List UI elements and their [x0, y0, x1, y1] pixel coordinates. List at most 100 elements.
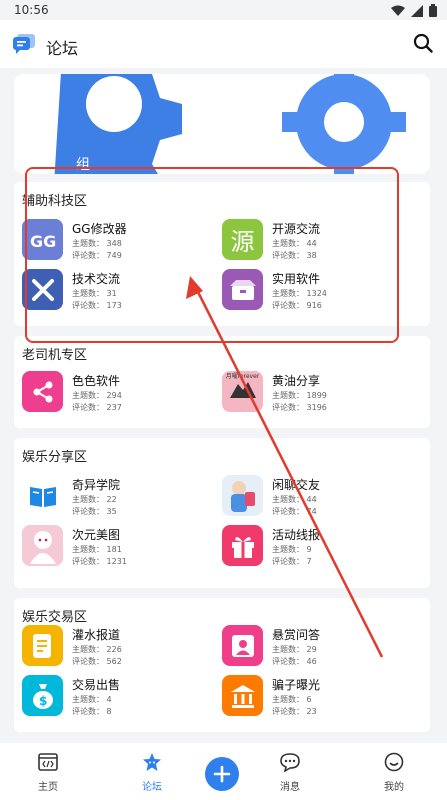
- forum-name: 次元美图: [72, 528, 121, 542]
- box-icon: [222, 269, 263, 310]
- forum-comments: 评论数： 7: [272, 557, 312, 566]
- forum-item-color-software[interactable]: 色色软件 主题数： 294 评论数： 237: [22, 371, 212, 417]
- forum-item-bounty-qa[interactable]: 悬赏问答 主题数： 29 评论数： 46: [222, 625, 412, 671]
- nav-label: 消息: [280, 782, 300, 793]
- section-card-trade: 娱乐交易区 灌水报道 主题数： 226 评论数： 562 悬赏问答 主题数： 2…: [14, 598, 430, 732]
- forum-topics: 主题数： 348: [72, 239, 122, 248]
- search-icon[interactable]: [413, 33, 433, 53]
- forum-comments: 评论数： 916: [272, 301, 322, 310]
- forum-topics: 主题数： 29: [272, 645, 317, 654]
- banner[interactable]: 组: [14, 74, 430, 174]
- forum-comments: 评论数： 23: [272, 707, 317, 716]
- forum-name: 闲聊交友: [272, 478, 321, 492]
- forum-item-tech[interactable]: 技术交流 主题数： 31 评论数： 173: [22, 269, 212, 315]
- forum-name: 悬赏问答: [272, 628, 321, 642]
- message-icon: [280, 753, 300, 772]
- forum-name: 黄油分享: [272, 374, 321, 388]
- forum-item-anime-pictures[interactable]: 次元美图 主题数： 181 评论数： 1231: [22, 525, 212, 571]
- tools-icon: [22, 269, 63, 310]
- forum-star-icon: [143, 753, 161, 771]
- forum-item-open-source[interactable]: 源 开源交流 主题数： 44 评论数： 38: [222, 219, 412, 265]
- page-title: 论坛: [46, 39, 79, 58]
- section-card-aux-tech: 辅助科技区 GG GG修改器 主题数： 348 评论数： 749 源 开源交流 …: [14, 182, 430, 326]
- forum-item-useful-software[interactable]: 实用软件 主题数： 1324 评论数： 916: [222, 269, 412, 315]
- svg-text:GG: GG: [30, 232, 56, 251]
- forum-name: GG修改器: [72, 222, 127, 236]
- status-icons: [391, 4, 437, 17]
- forum-comments: 评论数： 46: [272, 657, 317, 666]
- forum-topics: 主题数： 4: [72, 695, 112, 704]
- forum-name: 奇异学院: [72, 478, 121, 492]
- forum-item-trade-sell[interactable]: $ 交易出售 主题数： 4 评论数： 8: [22, 675, 212, 721]
- gg-modifier-icon: GG: [22, 219, 63, 260]
- forum-topics: 主题数： 9: [272, 545, 312, 554]
- wifi-icon: [391, 5, 405, 16]
- anime-girl-icon: [22, 525, 63, 566]
- status-bar: 10:56: [0, 0, 447, 20]
- forum-topics: 主题数： 44: [272, 239, 317, 248]
- section-card-entertainment-share: 娱乐分享区 奇异学院 主题数： 22 评论数： 35 闲聊交友 主题数： 44 …: [14, 438, 430, 588]
- forum-name: 实用软件: [272, 272, 321, 286]
- forum-topics: 主题数： 181: [72, 545, 122, 554]
- forum-item-water[interactable]: 灌水报道 主题数： 226 评论数： 562: [22, 625, 212, 671]
- forum-comments: 评论数： 8: [72, 707, 112, 716]
- forum-comments: 评论数： 173: [72, 301, 122, 310]
- nav-label: 论坛: [142, 782, 162, 793]
- plus-icon: [213, 765, 231, 783]
- battery-icon: [429, 4, 437, 17]
- forum-topics: 主题数： 31: [72, 289, 117, 298]
- nav-label: 主页: [38, 782, 58, 793]
- forum-comments: 评论数： 1231: [72, 557, 127, 566]
- forum-item-academy[interactable]: 奇异学院 主题数： 22 评论数： 35: [22, 475, 212, 521]
- svg-text:$: $: [39, 694, 47, 708]
- forum-comments: 评论数： 3196: [272, 403, 327, 412]
- forum-comments: 评论数： 562: [72, 657, 122, 666]
- forum-logo-icon: [13, 34, 35, 54]
- chat-character-icon: [222, 475, 263, 516]
- forum-item-gg[interactable]: GG GG修改器 主题数： 348 评论数： 749: [22, 219, 212, 265]
- forum-name: 灌水报道: [72, 628, 121, 642]
- section-title: 辅助科技区: [22, 194, 88, 209]
- book-icon: [22, 475, 63, 516]
- gift-icon: [222, 525, 263, 566]
- forum-topics: 主题数： 6: [272, 695, 312, 704]
- section-card-veteran: 老司机专区 色色软件 主题数： 294 评论数： 237 月曜forever 黄…: [14, 336, 430, 428]
- forum-name: 活动线报: [272, 528, 321, 542]
- signal-icon: [411, 4, 423, 17]
- section-title: 老司机专区: [22, 348, 88, 363]
- banner-caption: 组: [76, 157, 90, 173]
- forum-item-galgame-share[interactable]: 月曜forever 黄油分享 主题数： 1899 评论数： 3196: [222, 371, 412, 417]
- forum-topics: 主题数： 44: [272, 495, 317, 504]
- forum-comments: 评论数： 38: [272, 251, 317, 260]
- cover-text: 月曜forever: [225, 373, 260, 380]
- forum-name: 技术交流: [72, 272, 121, 286]
- source-char-icon: 源: [222, 219, 263, 260]
- forum-name: 交易出售: [72, 678, 121, 692]
- forum-comments: 评论数： 35: [72, 507, 117, 516]
- forum-content: 组 辅助科技区 GG GG修改器 主题数： 348 评论数： 749 源 开源交…: [0, 68, 447, 740]
- section-title: 娱乐分享区: [22, 450, 88, 465]
- nav-forum[interactable]: 论坛: [122, 743, 182, 800]
- forum-topics: 主题数： 22: [72, 495, 117, 504]
- forum-item-scam-expose[interactable]: 骗子曝光 主题数： 6 评论数： 23: [222, 675, 412, 721]
- forum-name: 骗子曝光: [272, 678, 321, 692]
- forum-comments: 评论数： 749: [72, 251, 122, 260]
- forum-item-event-news[interactable]: 活动线报 主题数： 9 评论数： 7: [222, 525, 412, 571]
- nav-profile[interactable]: 我的: [364, 743, 424, 800]
- nav-home[interactable]: 主页: [18, 743, 78, 800]
- forum-item-chat-friends[interactable]: 闲聊交友 主题数： 44 评论数： 74: [222, 475, 412, 521]
- code-window-icon: [38, 753, 58, 771]
- share-icon: [22, 371, 63, 412]
- forum-topics: 主题数： 226: [72, 645, 122, 654]
- smile-icon: [384, 752, 404, 772]
- app-header: 论坛: [0, 20, 447, 68]
- anime-cover-icon: 月曜forever: [222, 371, 263, 412]
- add-post-button[interactable]: [205, 757, 239, 791]
- nav-label: 我的: [384, 782, 404, 793]
- section-title: 娱乐交易区: [22, 610, 88, 625]
- forum-name: 色色软件: [72, 374, 121, 388]
- forum-comments: 评论数： 237: [72, 403, 122, 412]
- forum-topics: 主题数： 294: [72, 391, 122, 400]
- question-user-icon: [222, 625, 263, 666]
- nav-messages[interactable]: 消息: [260, 743, 320, 800]
